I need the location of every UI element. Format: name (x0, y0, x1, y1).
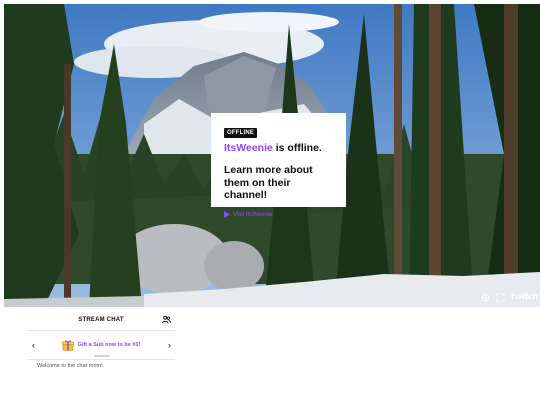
video-player[interactable]: OFFLINE ItsWeenie is offline. Learn more… (4, 4, 540, 307)
offline-badge: OFFLINE (224, 128, 258, 138)
offline-status: ItsWeenie is offline. (224, 142, 336, 155)
channel-name-link[interactable]: ItsWeenie (224, 142, 273, 154)
chevron-left-icon[interactable]: ‹ (32, 340, 35, 350)
chat-header: STREAM CHAT (27, 309, 175, 331)
fullscreen-icon[interactable] (496, 292, 505, 302)
gift-sub-promo: ‹ Gift a Sub now to be #1! › (27, 331, 175, 360)
visit-channel-label: Visit ItsWeenie (233, 211, 273, 218)
stream-chat-panel: STREAM CHAT ‹ Gift a Sub now to be #1! ›… (27, 309, 175, 405)
users-icon[interactable] (162, 315, 171, 324)
chat-title: STREAM CHAT (78, 316, 124, 323)
chat-welcome-message: Welcome to the chat room! (37, 363, 103, 369)
learn-more-text: Learn more about them on their channel! (224, 164, 313, 201)
player-controls: twitch (481, 291, 540, 303)
offline-card: OFFLINE ItsWeenie is offline. Learn more… (211, 113, 346, 218)
offline-suffix: is offline. (272, 142, 322, 154)
gear-icon[interactable] (481, 292, 490, 302)
play-icon (224, 211, 230, 218)
gift-icon (61, 340, 74, 351)
gift-sub-link[interactable]: Gift a Sub now to be #1! (78, 342, 141, 348)
promo-pager-indicator (94, 355, 110, 357)
visit-channel-link[interactable]: Visit ItsWeenie (224, 211, 336, 219)
chevron-right-icon[interactable]: › (168, 340, 171, 350)
twitch-logo[interactable]: twitch (511, 292, 538, 302)
